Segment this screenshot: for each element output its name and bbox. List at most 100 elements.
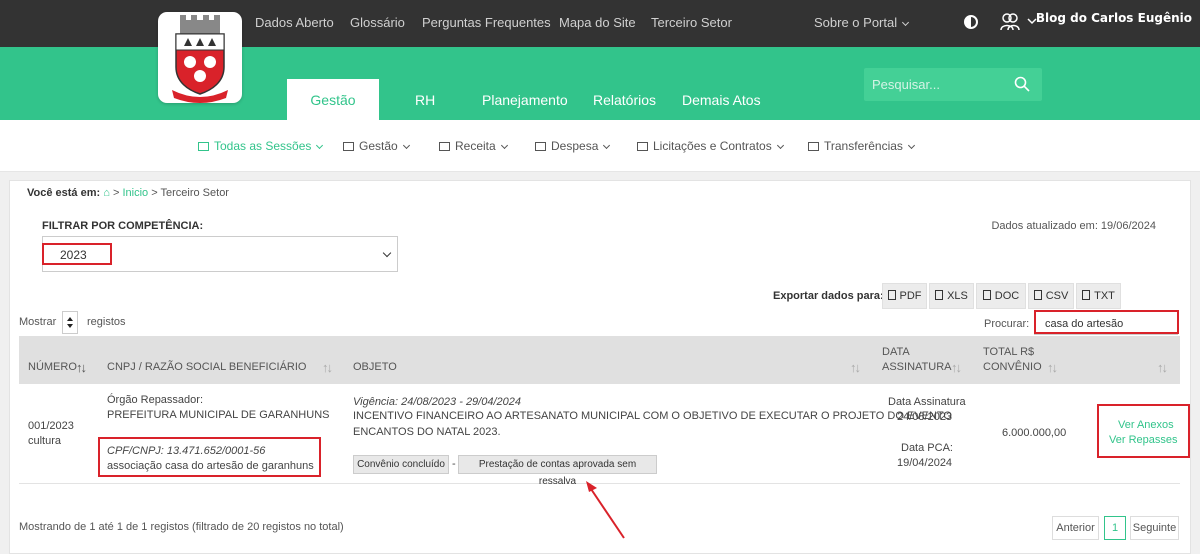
topnav-dados-aberto[interactable]: Dados Aberto xyxy=(255,15,334,30)
highlight-search xyxy=(1034,310,1179,334)
chevron-down-icon xyxy=(776,141,784,150)
th-cnpj[interactable]: CNPJ / RAZÃO SOCIAL BENEFICIÁRIO xyxy=(107,361,306,373)
section-gestao[interactable]: Gestão xyxy=(343,139,410,153)
export-xls-button[interactable]: XLS xyxy=(929,283,974,309)
breadcrumb-sep: > xyxy=(151,187,158,199)
users-icon[interactable] xyxy=(1000,13,1038,31)
section-label: Transferências xyxy=(824,139,903,153)
home-icon[interactable]: ⌂ xyxy=(103,187,110,199)
section-menu: Todas as Sessões Gestão Receita Despesa … xyxy=(0,120,1200,172)
export-csv-label: CSV xyxy=(1045,290,1069,302)
section-todas-sessoes[interactable]: Todas as Sessões xyxy=(198,139,324,153)
breadcrumb: Você está em: ⌂ > Inicio > Terceiro Seto… xyxy=(27,187,229,199)
export-txt-button[interactable]: TXT xyxy=(1076,283,1121,309)
previous-page-button[interactable]: Anterior xyxy=(1052,516,1099,540)
cell-orgao: PREFEITURA MUNICIPAL DE GARANHUNS xyxy=(107,409,330,421)
topnav-perguntas[interactable]: Perguntas Frequentes xyxy=(422,15,551,30)
transfer-icon xyxy=(808,142,819,151)
export-pdf-button[interactable]: PDF xyxy=(882,283,927,309)
breadcrumb-current: Terceiro Setor xyxy=(160,187,229,199)
table-header xyxy=(19,336,1180,384)
highlight-links xyxy=(1097,404,1190,458)
file-icon xyxy=(935,290,944,300)
tab-rh[interactable]: RH xyxy=(415,92,435,108)
th-data[interactable]: DATA xyxy=(882,346,910,358)
site-search-input[interactable] xyxy=(864,68,1014,101)
filter-label: FILTRAR POR COMPETÊNCIA: xyxy=(42,220,204,232)
status-separator: - xyxy=(452,458,456,470)
tab-planejamento[interactable]: Planejamento xyxy=(482,92,568,108)
tab-relatorios[interactable]: Relatórios xyxy=(593,92,656,108)
chevron-down-icon xyxy=(402,141,410,150)
tab-gestao[interactable]: Gestão xyxy=(287,79,379,120)
file-icon xyxy=(982,290,991,300)
file-icon xyxy=(1082,290,1091,300)
coat-of-arms-logo[interactable] xyxy=(158,12,242,103)
cell-objeto-line1: INCENTIVO FINANCEIRO AO ARTESANATO MUNIC… xyxy=(353,410,952,422)
sort-icon[interactable]: ↑↓ xyxy=(951,360,962,375)
annotation-arrow xyxy=(586,481,625,539)
highlight-year xyxy=(42,243,112,265)
export-txt-label: TXT xyxy=(1094,290,1115,302)
cell-data-pca: 19/04/2024 xyxy=(897,457,953,469)
cell-numero: 001/2023 xyxy=(28,420,74,432)
export-csv-button[interactable]: CSV xyxy=(1028,283,1074,309)
sessions-icon xyxy=(198,142,209,151)
section-transferencias[interactable]: Transferências xyxy=(808,139,915,153)
records-label: registos xyxy=(87,316,126,328)
sort-icon[interactable]: ↑↓ xyxy=(1047,360,1058,375)
export-pdf-label: PDF xyxy=(899,290,922,302)
page-size-stepper[interactable] xyxy=(62,311,78,334)
chevron-down-icon xyxy=(500,141,508,150)
file-icon xyxy=(1033,290,1042,300)
search-icon[interactable] xyxy=(1014,76,1030,92)
section-label: Todas as Sessões xyxy=(214,139,312,153)
th-objeto[interactable]: OBJETO xyxy=(353,361,397,373)
chevron-down-icon xyxy=(907,141,915,150)
cell-tipo: cultura xyxy=(28,435,62,447)
sort-icon[interactable]: ↑↓ xyxy=(76,360,87,375)
section-label: Despesa xyxy=(551,139,599,153)
topnav-glossario[interactable]: Glossário xyxy=(350,15,405,30)
export-doc-label: DOC xyxy=(994,290,1020,302)
topnav-sobre-portal[interactable]: Sobre o Portal xyxy=(814,15,910,30)
export-label: Exportar dados para: xyxy=(773,290,884,302)
cell-objeto-line2: ENCANTOS DO NATAL 2023. xyxy=(353,426,501,438)
sort-icon[interactable]: ↑↓ xyxy=(1157,360,1168,375)
breadcrumb-sep: > xyxy=(112,187,120,199)
tab-demais-atos[interactable]: Demais Atos xyxy=(682,92,761,108)
sort-icon[interactable]: ↑↓ xyxy=(850,360,861,375)
section-label: Receita xyxy=(455,139,496,153)
cell-orgao-label: Órgão Repassador: xyxy=(107,394,203,406)
show-label: Mostrar xyxy=(19,316,57,328)
next-page-button[interactable]: Seguinte xyxy=(1130,516,1179,540)
sort-icon[interactable]: ↑↓ xyxy=(322,360,333,375)
th-numero[interactable]: NÚMERO xyxy=(28,361,77,373)
cell-vigencia: Vigência: 24/08/2023 - 29/04/2024 xyxy=(353,396,521,408)
money-icon xyxy=(439,142,450,151)
topnav-sobre-label: Sobre o Portal xyxy=(814,15,898,30)
topnav-terceiro-setor[interactable]: Terceiro Setor xyxy=(651,15,732,30)
highlight-beneficiary xyxy=(98,437,321,477)
export-doc-button[interactable]: DOC xyxy=(976,283,1026,309)
chevron-down-icon xyxy=(382,248,392,258)
th-total[interactable]: TOTAL R$ xyxy=(983,346,1034,358)
breadcrumb-label: Você está em: xyxy=(27,187,101,199)
file-icon xyxy=(887,290,896,300)
th-assinatura: ASSINATURA xyxy=(882,361,952,373)
table-search-label: Procurar: xyxy=(984,318,1030,330)
section-despesa[interactable]: Despesa xyxy=(535,139,611,153)
chevron-down-icon xyxy=(902,18,910,27)
th-convenio: CONVÊNIO xyxy=(983,361,1042,373)
cell-data-pca-label: Data PCA: xyxy=(901,442,953,454)
section-licitacoes[interactable]: Licitações e Contratos xyxy=(637,139,784,153)
topnav-mapa-site[interactable]: Mapa do Site xyxy=(559,15,636,30)
updated-date: Dados atualizado em: 19/06/2024 xyxy=(991,220,1156,232)
section-label: Licitações e Contratos xyxy=(653,139,772,153)
breadcrumb-home-link[interactable]: Inicio xyxy=(122,187,148,199)
chevron-down-icon xyxy=(316,141,324,150)
cell-data-assinatura-label: Data Assinatura xyxy=(888,396,966,408)
section-receita[interactable]: Receita xyxy=(439,139,508,153)
page-1-button[interactable]: 1 xyxy=(1104,516,1126,540)
contrast-icon[interactable] xyxy=(964,15,978,29)
